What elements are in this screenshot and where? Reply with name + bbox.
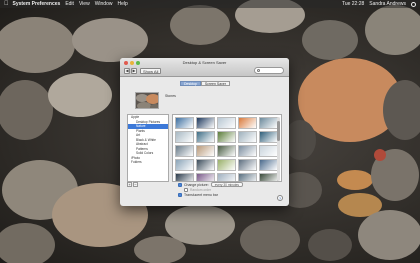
wallpaper-thumbnail[interactable] [196, 159, 215, 171]
menu-window[interactable]: Window [95, 0, 113, 8]
wallpaper-thumbnail[interactable] [238, 159, 257, 171]
spotlight-icon[interactable] [411, 1, 416, 7]
wallpaper-thumbnail[interactable] [175, 173, 194, 181]
translucent-menu-checkbox[interactable] [178, 193, 182, 197]
menu-bar:  System Preferences Edit View Window He… [0, 0, 420, 8]
help-button[interactable]: ? [277, 195, 283, 201]
wallpaper-thumbnail[interactable] [175, 131, 194, 143]
apple-icon[interactable]:  [4, 0, 9, 8]
wallpaper-thumbnail[interactable] [175, 145, 194, 157]
wallpaper-thumbnail[interactable] [217, 117, 236, 129]
menu-clock[interactable]: Tue 22:28 [342, 0, 364, 8]
wallpaper-thumbnail[interactable] [259, 145, 278, 157]
menu-help[interactable]: Help [117, 0, 127, 8]
wallpaper-thumbnail[interactable] [217, 173, 236, 181]
scroll-thumb[interactable] [277, 121, 280, 141]
wallpaper-thumbnail[interactable] [259, 159, 278, 171]
change-picture-checkbox[interactable] [178, 182, 182, 187]
random-order-label: Random order [190, 188, 212, 192]
forward-arrow-icon[interactable]: ▶ [131, 68, 137, 74]
translucent-menu-label: Translucent menu bar [184, 193, 218, 197]
tab-screen-saver[interactable]: Screen Saver [200, 81, 231, 86]
wallpaper-thumbnail[interactable] [196, 117, 215, 129]
window-titlebar: Desktop & Screen Saver ◀ ▶ Show All [120, 58, 289, 77]
wallpaper-thumbnail[interactable] [196, 131, 215, 143]
show-all-button[interactable]: Show All [140, 68, 162, 74]
wallpaper-thumbnail[interactable] [175, 159, 194, 171]
picture-tiles [175, 117, 278, 181]
change-picture-row: Change picture: every 30 minutes [178, 182, 243, 187]
tab-desktop[interactable]: Desktop [180, 81, 201, 86]
preferences-search-field[interactable] [254, 67, 284, 74]
add-source-button[interactable]: + [127, 182, 132, 187]
random-order-checkbox[interactable] [184, 188, 188, 192]
tab-bar: Desktop Screen Saver [180, 81, 231, 86]
wallpaper-thumbnail[interactable] [238, 117, 257, 129]
preferences-window: Desktop & Screen Saver ◀ ▶ Show All Desk… [120, 58, 289, 206]
wallpaper-thumbnail[interactable] [238, 145, 257, 157]
wallpaper-thumbnail[interactable] [259, 131, 278, 143]
menu-user[interactable]: Sandra Andrews [369, 0, 406, 8]
menu-edit[interactable]: Edit [65, 0, 74, 8]
picture-grid [172, 114, 282, 182]
grid-scrollbar[interactable] [277, 117, 280, 181]
picture-source-list: Apple Desktop Pictures Nature Plants Art… [127, 114, 169, 182]
wallpaper-thumbnail[interactable] [259, 173, 278, 181]
random-order-row: Random order [184, 188, 211, 192]
translucent-menu-row: Translucent menu bar [178, 193, 218, 197]
source-item[interactable]: Folders [128, 160, 168, 165]
wallpaper-thumbnail[interactable] [217, 145, 236, 157]
wallpaper-thumbnail[interactable] [175, 117, 194, 129]
wallpaper-thumbnail[interactable] [217, 131, 236, 143]
remove-source-button[interactable]: − [133, 182, 138, 187]
wallpaper-thumbnail[interactable] [238, 173, 257, 181]
menu-app-name[interactable]: System Preferences [13, 0, 61, 8]
change-interval-popup[interactable]: every 30 minutes [210, 182, 243, 187]
search-icon [257, 69, 260, 72]
change-picture-label: Change picture: [184, 182, 209, 187]
current-picture-preview [135, 92, 159, 109]
window-title: Desktop & Screen Saver [182, 60, 227, 65]
wallpaper-thumbnail[interactable] [259, 117, 278, 129]
wallpaper-thumbnail[interactable] [238, 131, 257, 143]
back-arrow-icon[interactable]: ◀ [124, 68, 130, 74]
source-list-controls: + − [127, 182, 138, 187]
wallpaper-thumbnail[interactable] [217, 159, 236, 171]
current-picture-name: Stones [165, 94, 176, 98]
wallpaper-thumbnail[interactable] [196, 145, 215, 157]
wallpaper-thumbnail[interactable] [196, 173, 215, 181]
menu-view[interactable]: View [79, 0, 90, 8]
